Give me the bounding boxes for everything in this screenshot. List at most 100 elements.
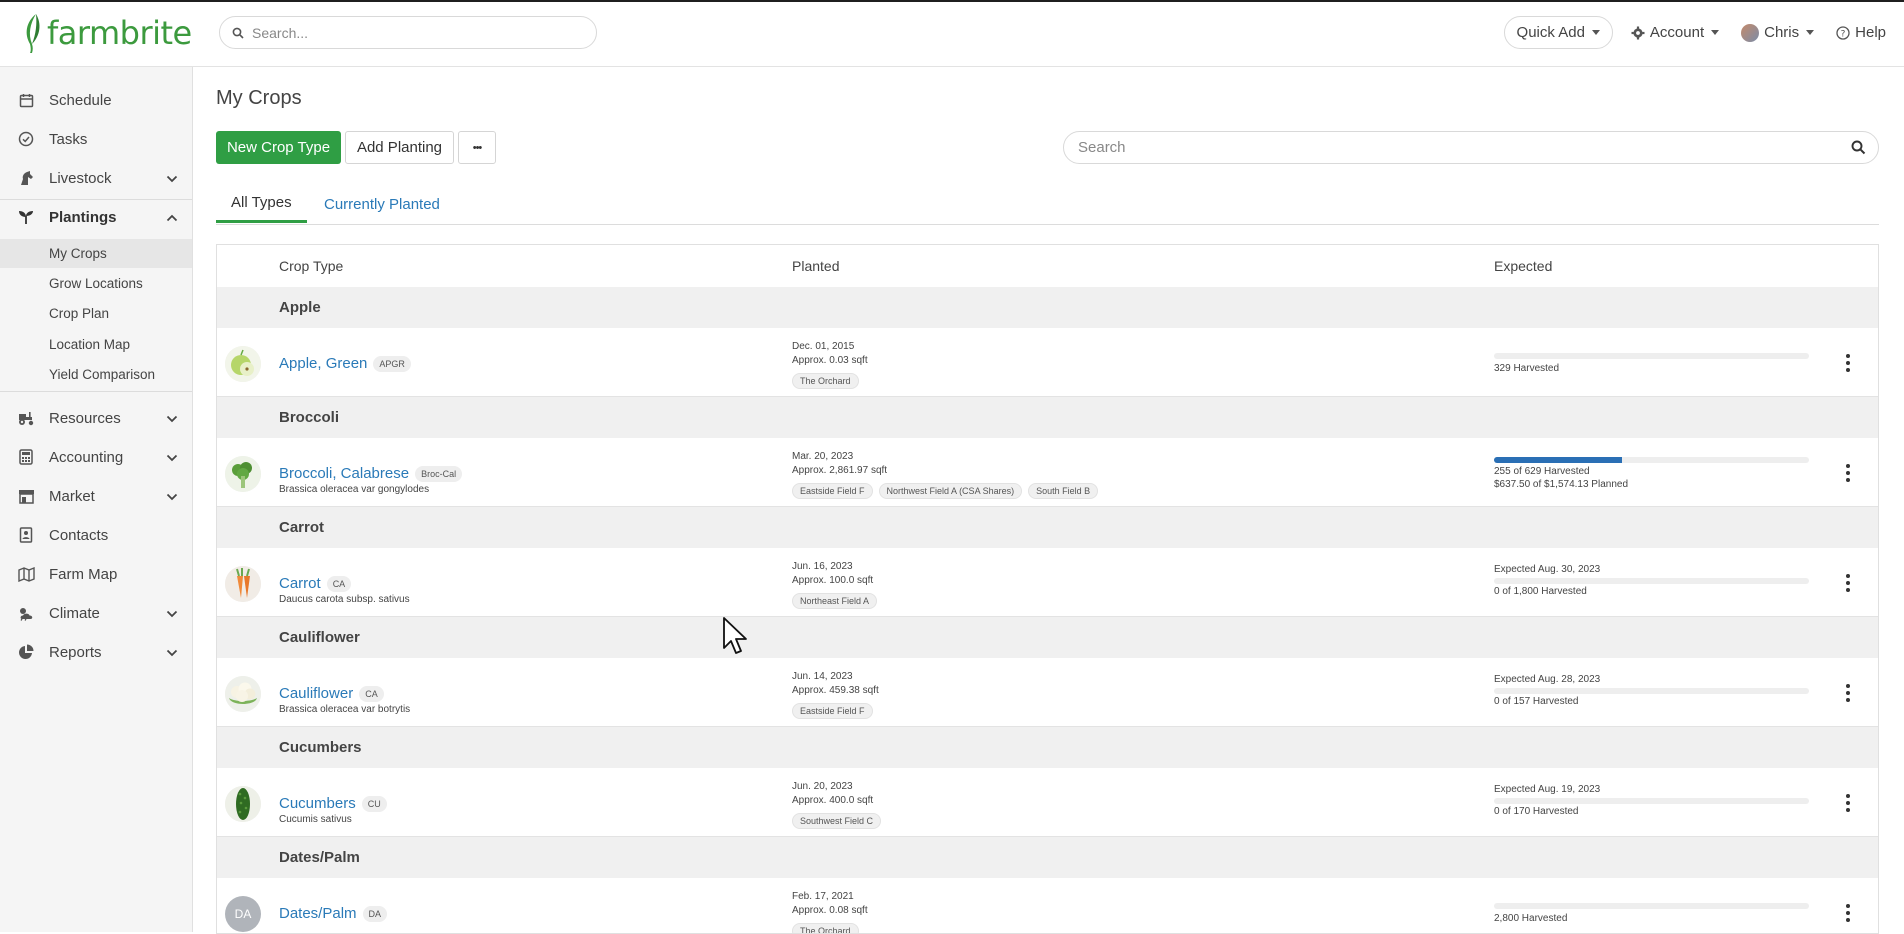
column-header-expected[interactable]: Expected — [1494, 258, 1552, 274]
table-row[interactable]: DA Dates/Palm DA Feb. 17, 2021 Approx. 0.… — [217, 878, 1878, 933]
sidebar-subitem-crop-plan[interactable]: Crop Plan — [0, 299, 192, 328]
global-search-input[interactable] — [250, 23, 574, 42]
crop-name: Broccoli, Calabrese — [279, 465, 410, 482]
sidebar-item-accounting[interactable]: Accounting — [0, 438, 192, 476]
table-row[interactable]: Cauliflower CA Brassica oleracea var botr… — [217, 658, 1878, 727]
sidebar-subitem-location-map[interactable]: Location Map — [0, 330, 192, 359]
row-menu-icon[interactable] — [1845, 904, 1851, 922]
column-header-crop-type[interactable]: Crop Type — [279, 258, 343, 274]
crop-link[interactable]: Broccoli, Calabrese Broc-Cal — [279, 465, 463, 482]
sidebar-item-schedule[interactable]: Schedule — [0, 81, 192, 119]
tab-all-types[interactable]: All Types — [216, 184, 307, 223]
user-name: Chris — [1764, 24, 1800, 41]
tab-currently-planted[interactable]: Currently Planted — [324, 184, 440, 224]
sidebar-item-plantings[interactable]: Plantings — [0, 198, 192, 236]
crop-code-badge: CU — [361, 795, 387, 812]
brand-name: farmbrite — [47, 14, 192, 52]
crop-thumbnail — [225, 786, 261, 822]
sidebar-subitem-yield-comparison[interactable]: Yield Comparison — [0, 360, 192, 389]
account-menu[interactable]: Account — [1627, 18, 1723, 47]
harvest-progress — [1494, 798, 1809, 804]
crop-search-input[interactable] — [1076, 138, 1820, 157]
seedling-icon — [17, 208, 35, 226]
harvest-status: 329 Harvested — [1494, 363, 1560, 374]
harvest-status: 255 of 629 Harvested — [1494, 466, 1590, 477]
harvest-progress — [1494, 688, 1809, 694]
carrot-image — [225, 566, 261, 602]
sidebar-item-reports[interactable]: Reports — [0, 633, 192, 671]
broccoli-image — [225, 456, 261, 492]
crop-link[interactable]: Cauliflower CA — [279, 685, 384, 702]
new-crop-type-button[interactable]: New Crop Type — [216, 131, 341, 164]
location-pills: Eastside Field F Northwest Field A (CSA S… — [792, 481, 1104, 499]
sidebar-item-climate[interactable]: Climate — [0, 594, 192, 632]
scientific-name: Cucumis sativus — [279, 814, 352, 825]
search-icon[interactable] — [1851, 140, 1866, 160]
mouse-cursor-icon — [723, 617, 747, 654]
row-menu-icon[interactable] — [1845, 574, 1851, 592]
sidebar: Schedule Tasks Livestock Plantings My Cr… — [0, 67, 193, 932]
table-row[interactable]: Carrot CA Daucus carota subsp. sativus Ju… — [217, 548, 1878, 617]
leaf-logo-icon — [26, 14, 40, 53]
location-pill[interactable]: The Orchard — [792, 923, 859, 933]
crop-name: Carrot — [279, 575, 321, 592]
user-menu[interactable]: Chris — [1737, 18, 1818, 48]
table-row[interactable]: Cucumbers CU Cucumis sativus Jun. 20, 202… — [217, 768, 1878, 837]
location-pill[interactable]: Southwest Field C — [792, 813, 882, 829]
table-row[interactable]: Broccoli, Calabrese Broc-Cal Brassica ole… — [217, 438, 1878, 507]
location-pill[interactable]: Eastside Field F — [792, 703, 873, 719]
calculator-icon — [17, 448, 35, 466]
top-navbar: farmbrite Quick Add Account Chris ? Help — [0, 0, 1904, 67]
table-header: Crop Type Planted Expected — [217, 245, 1878, 289]
harvest-progress — [1494, 578, 1809, 584]
crop-code-badge: APGR — [373, 355, 411, 372]
column-header-planted[interactable]: Planted — [792, 258, 839, 274]
farmbrite-logo[interactable]: farmbrite — [22, 12, 192, 54]
chevron-down-icon — [166, 488, 178, 505]
sidebar-item-label: Farm Map — [49, 565, 118, 583]
sidebar-item-market[interactable]: Market — [0, 477, 192, 515]
harvest-status: 2,800 Harvested — [1494, 913, 1568, 924]
group-label: Dates/Palm — [279, 849, 360, 866]
crop-search[interactable] — [1063, 131, 1879, 164]
help-link[interactable]: ? Help — [1832, 18, 1890, 47]
sidebar-subitem-label: My Crops — [49, 246, 107, 261]
crop-link[interactable]: Carrot CA — [279, 575, 352, 592]
sidebar-item-resources[interactable]: Resources — [0, 399, 192, 437]
row-menu-icon[interactable] — [1845, 464, 1851, 482]
sidebar-subitem-my-crops[interactable]: My Crops — [0, 239, 192, 268]
location-pill[interactable]: The Orchard — [792, 373, 859, 389]
row-menu-icon[interactable] — [1845, 354, 1851, 372]
row-menu-icon[interactable] — [1845, 794, 1851, 812]
quick-add-button[interactable]: Quick Add — [1503, 16, 1613, 49]
more-options-button[interactable]: ••• — [458, 131, 496, 164]
sidebar-item-contacts[interactable]: Contacts — [0, 516, 192, 554]
sidebar-item-livestock[interactable]: Livestock — [0, 159, 192, 197]
sidebar-subitem-label: Location Map — [49, 337, 131, 352]
add-planting-button[interactable]: Add Planting — [345, 131, 454, 164]
gear-icon — [1631, 26, 1645, 39]
crop-link[interactable]: Dates/Palm DA — [279, 905, 388, 922]
table-row[interactable]: Apple, Green APGR Dec. 01, 2015 Approx. 0… — [217, 328, 1878, 397]
crop-link[interactable]: Apple, Green APGR — [279, 355, 411, 372]
sidebar-item-label: Accounting — [49, 448, 124, 466]
caret-down-icon — [1591, 30, 1600, 35]
tab-label: Currently Planted — [324, 195, 440, 213]
sidebar-item-farm-map[interactable]: Farm Map — [0, 555, 192, 593]
global-search[interactable] — [219, 16, 597, 49]
sidebar-subitem-grow-locations[interactable]: Grow Locations — [0, 269, 192, 298]
crop-thumbnail — [225, 566, 261, 602]
crop-link[interactable]: Cucumbers CU — [279, 795, 387, 812]
crop-tabs: All Types Currently Planted — [216, 184, 1879, 225]
location-pill[interactable]: Northeast Field A — [792, 593, 878, 609]
group-header: Broccoli — [217, 397, 1878, 439]
location-pill[interactable]: Northwest Field A (CSA Shares) — [878, 483, 1023, 499]
location-pill[interactable]: South Field B — [1028, 483, 1099, 499]
harvest-progress — [1494, 457, 1809, 463]
location-pills: The Orchard — [792, 371, 865, 389]
chevron-down-icon — [166, 449, 178, 466]
location-pill[interactable]: Eastside Field F — [792, 483, 873, 499]
sidebar-item-tasks[interactable]: Tasks — [0, 120, 192, 158]
group-label: Cucumbers — [279, 739, 362, 756]
row-menu-icon[interactable] — [1845, 684, 1851, 702]
